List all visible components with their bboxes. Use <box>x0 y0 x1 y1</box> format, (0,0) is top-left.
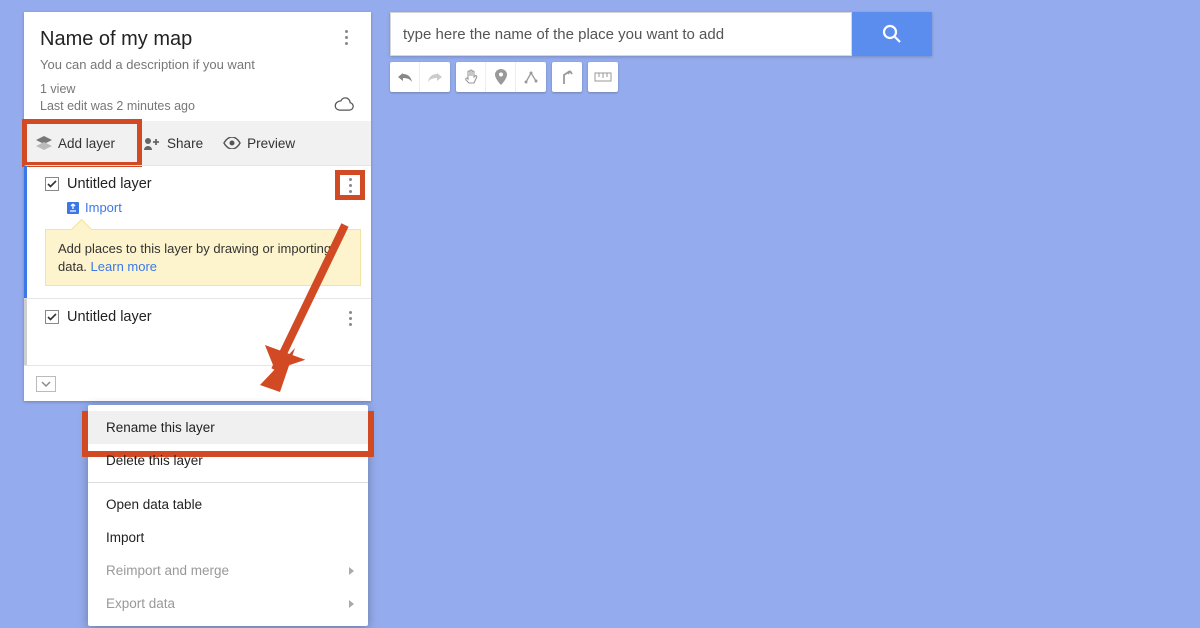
menu-reimport-label: Reimport and merge <box>106 563 229 578</box>
check-icon <box>47 312 57 322</box>
submenu-arrow-icon <box>349 600 354 608</box>
layer-context-menu: Rename this layer Delete this layer Open… <box>88 405 368 626</box>
cloud-sync-icon <box>333 97 355 111</box>
upload-icon <box>67 202 79 214</box>
tool-group-directions <box>552 62 582 92</box>
map-toolbar <box>390 62 618 92</box>
select-tool[interactable] <box>456 62 486 92</box>
layer-block-2: Untitled layer <box>24 298 371 365</box>
share-label: Share <box>167 136 203 151</box>
preview-label: Preview <box>247 136 295 151</box>
add-marker-tool[interactable] <box>486 62 516 92</box>
layer-title-row: Untitled layer <box>45 176 361 192</box>
map-title[interactable]: Name of my map <box>40 28 355 51</box>
line-icon <box>523 69 539 85</box>
layers-icon <box>36 136 52 150</box>
add-directions-tool[interactable] <box>552 62 582 92</box>
redo-button[interactable] <box>420 62 450 92</box>
layer-title-row: Untitled layer <box>45 309 361 325</box>
menu-open-data-table[interactable]: Open data table <box>88 488 368 521</box>
menu-delete-layer[interactable]: Delete this layer <box>88 444 368 477</box>
add-layer-label: Add layer <box>58 136 115 151</box>
directions-icon <box>560 69 574 85</box>
learn-more-link[interactable]: Learn more <box>91 259 157 274</box>
chevron-down-icon <box>41 381 51 387</box>
map-options-button[interactable] <box>337 28 355 46</box>
layer-name[interactable]: Untitled layer <box>67 309 152 325</box>
sidebar-panel: Name of my map You can add a description… <box>24 12 371 401</box>
tool-group-draw <box>456 62 546 92</box>
redo-icon <box>427 70 443 84</box>
undo-button[interactable] <box>390 62 420 92</box>
layer-options-button[interactable] <box>341 176 359 194</box>
menu-export-data: Export data <box>88 587 368 620</box>
layer-visibility-checkbox[interactable] <box>45 177 59 191</box>
more-vert-icon <box>337 28 355 46</box>
ruler-icon <box>594 72 612 82</box>
menu-import[interactable]: Import <box>88 521 368 554</box>
submenu-arrow-icon <box>349 567 354 575</box>
layer-name[interactable]: Untitled layer <box>67 176 152 192</box>
map-last-edit: Last edit was 2 minutes ago <box>40 99 355 113</box>
panel-header: Name of my map You can add a description… <box>24 12 371 121</box>
import-link[interactable]: Import <box>67 200 361 215</box>
draw-line-tool[interactable] <box>516 62 546 92</box>
layer-visibility-checkbox[interactable] <box>45 310 59 324</box>
basemap-row <box>24 365 371 401</box>
undo-icon <box>397 70 413 84</box>
check-icon <box>47 179 57 189</box>
share-button[interactable]: Share <box>133 121 213 165</box>
layer-block-1: Untitled layer Import Add places to this… <box>24 165 371 298</box>
search-button[interactable] <box>852 12 932 56</box>
tool-group-measure <box>588 62 618 92</box>
search-icon <box>882 24 902 44</box>
import-label: Import <box>85 200 122 215</box>
hand-icon <box>463 69 479 85</box>
menu-rename-layer[interactable]: Rename this layer <box>88 411 368 444</box>
basemap-toggle[interactable] <box>36 376 56 392</box>
measure-tool[interactable] <box>588 62 618 92</box>
more-vert-icon <box>341 309 359 327</box>
eye-icon <box>223 137 241 149</box>
layer-tip: Add places to this layer by drawing or i… <box>45 229 361 286</box>
add-layer-button[interactable]: Add layer <box>24 121 125 165</box>
tool-group-history <box>390 62 450 92</box>
map-description[interactable]: You can add a description if you want <box>40 57 355 72</box>
preview-button[interactable]: Preview <box>213 121 305 165</box>
search-input[interactable] <box>390 12 852 56</box>
map-views: 1 view <box>40 82 355 96</box>
layer-options-button[interactable] <box>341 309 359 327</box>
share-icon <box>143 136 161 150</box>
menu-reimport-merge: Reimport and merge <box>88 554 368 587</box>
menu-export-label: Export data <box>106 596 175 611</box>
action-row: Add layer Share Preview <box>24 121 371 165</box>
menu-divider <box>88 482 368 483</box>
marker-icon <box>495 69 507 85</box>
search-bar <box>390 12 932 56</box>
